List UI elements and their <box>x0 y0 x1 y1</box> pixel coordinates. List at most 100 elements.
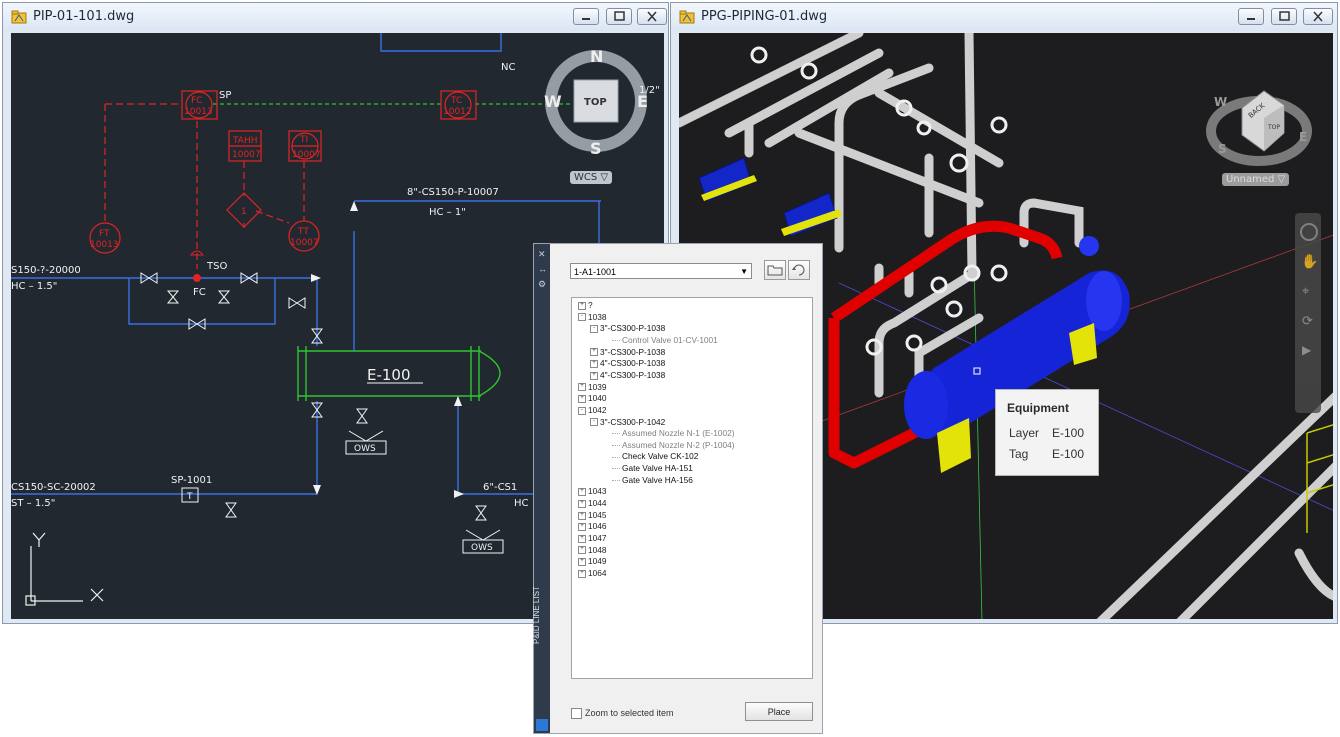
open-drawing-button[interactable] <box>764 260 786 280</box>
tree-item[interactable]: +1043 <box>578 486 606 496</box>
viewcube-top[interactable]: TOP <box>584 97 607 108</box>
tree-item-label: 1043 <box>588 486 607 497</box>
viewcube-north[interactable]: N <box>590 47 603 66</box>
line-size-b: HC – 1" <box>429 207 466 218</box>
navigation-bar[interactable]: ✋ ⌖ ⟳ ▶ <box>1295 213 1321 413</box>
collapse-icon[interactable]: - <box>590 418 598 427</box>
viewcube-west[interactable]: W <box>544 92 562 111</box>
expand-icon[interactable]: + <box>590 360 598 369</box>
close-button[interactable] <box>637 8 667 25</box>
tree-item[interactable]: +1047 <box>578 533 606 543</box>
ti-label: TI <box>299 135 308 145</box>
refresh-button[interactable] <box>788 260 810 280</box>
tree-item[interactable]: +1044 <box>578 498 606 508</box>
zoom-icon[interactable]: ⌖ <box>1302 283 1309 299</box>
place-button[interactable]: Place <box>745 702 813 721</box>
tree-item[interactable]: Gate Valve HA-156 <box>612 475 693 485</box>
expand-icon[interactable]: + <box>578 511 586 520</box>
line-list-tree[interactable]: +? -1038-3"-CS300-P-1038 Control Valve 01-… <box>571 297 813 679</box>
sample-point-t: T <box>186 492 193 502</box>
tree-item[interactable]: +1064 <box>578 568 606 578</box>
tree-item-label: 3"-CS300-P-1042 <box>600 416 666 427</box>
line-tag-c: CS150-SC-20002 <box>11 482 96 493</box>
viewcube-3d[interactable]: BACK TOP W E S <box>1204 63 1314 183</box>
line-size-c: ST – 1.5" <box>11 498 55 509</box>
tree-item[interactable]: +1045 <box>578 510 606 520</box>
close-button[interactable] <box>1303 8 1333 25</box>
restore-button[interactable] <box>1271 8 1297 25</box>
collapse-icon[interactable]: - <box>578 406 586 415</box>
line-size-a: HC – 1.5" <box>11 281 57 292</box>
palette-side-strip[interactable]: ✕ ↔ ⚙ P&ID LINE LIST <box>532 244 550 733</box>
expand-icon[interactable]: + <box>578 523 586 532</box>
sp-label: SP <box>219 90 231 101</box>
pan-icon[interactable]: ✋ <box>1301 253 1318 270</box>
expand-icon[interactable]: + <box>578 395 586 403</box>
fc-valve-label: FC <box>193 287 206 298</box>
tree-item-label: 3"-CS300-P-1038 <box>600 323 666 334</box>
viewcube-3d-south[interactable]: S <box>1218 142 1227 156</box>
steering-wheel-icon[interactable] <box>1300 223 1318 241</box>
tree-item[interactable]: Gate Valve HA-151 <box>612 463 693 473</box>
minimize-button[interactable] <box>1238 8 1264 25</box>
expand-icon[interactable]: + <box>578 558 586 567</box>
collapse-icon[interactable]: - <box>590 325 598 334</box>
piping-window-titlebar[interactable]: PPG-PIPING-01.dwg <box>671 3 1337 31</box>
tree-item-label: Assumed Nozzle N-1 (E-1002) <box>622 428 735 439</box>
expand-icon[interactable]: + <box>578 301 586 310</box>
tree-item[interactable]: +4"-CS300-P-1038 <box>590 358 665 368</box>
tree-item[interactable]: +? <box>578 300 593 310</box>
tree-item[interactable]: +1048 <box>578 545 606 555</box>
viewcube-3d-face[interactable]: TOP <box>1267 124 1280 131</box>
tree-item[interactable]: Assumed Nozzle N-1 (E-1002) <box>612 428 735 438</box>
tree-item-label: 4"-CS300-P-1038 <box>600 358 666 369</box>
chevron-down-icon[interactable]: ▼ <box>740 264 748 280</box>
tt-label: TT <box>297 227 309 237</box>
minimize-button[interactable] <box>573 8 599 25</box>
collapse-icon[interactable]: - <box>578 313 586 322</box>
palette-autohide-icon[interactable]: ↔ <box>538 264 547 274</box>
expand-icon[interactable]: + <box>578 569 586 578</box>
palette-title: P&ID LINE LIST <box>532 586 541 644</box>
expand-icon[interactable]: + <box>578 383 586 392</box>
drawing-file-icon <box>11 10 27 24</box>
restore-button[interactable] <box>606 8 632 25</box>
palette-close-icon[interactable]: ✕ <box>538 249 546 260</box>
wcs-menu[interactable]: WCS ▽ <box>570 171 613 184</box>
expand-icon[interactable]: + <box>590 371 598 380</box>
view-name-menu[interactable]: Unnamed ▽ <box>1222 173 1290 186</box>
tree-item[interactable]: +4"-CS300-P-1038 <box>590 370 665 380</box>
tree-item[interactable]: -1042 <box>578 405 606 415</box>
tree-item[interactable]: +1039 <box>578 382 606 392</box>
pid-line-list-palette[interactable]: ✕ ↔ ⚙ P&ID LINE LIST 1-A1-1001 ▼ +? -1038… <box>532 243 823 734</box>
checkbox-box[interactable] <box>571 708 582 720</box>
expand-icon[interactable]: + <box>578 488 586 497</box>
palette-properties-icon[interactable]: ⚙ <box>538 279 546 290</box>
tree-item[interactable]: -1038 <box>578 312 606 322</box>
tree-item[interactable]: +1040 <box>578 393 606 403</box>
diamond-label: 1 <box>241 207 247 217</box>
tree-item-label: Assumed Nozzle N-2 (P-1004) <box>622 439 735 450</box>
tree-item[interactable]: Assumed Nozzle N-2 (P-1004) <box>612 440 735 450</box>
expand-icon[interactable]: + <box>590 348 598 357</box>
tree-item[interactable]: Control Valve 01-CV-1001 <box>612 335 718 345</box>
expand-icon[interactable]: + <box>578 499 586 508</box>
tree-item[interactable]: +3"-CS300-P-1038 <box>590 347 665 357</box>
tree-item[interactable]: +1046 <box>578 521 606 531</box>
expand-icon[interactable]: + <box>578 534 586 543</box>
viewcube-3d-west[interactable]: W <box>1214 95 1227 109</box>
tree-connector <box>612 340 620 342</box>
tree-item[interactable]: +1049 <box>578 556 606 566</box>
tree-item[interactable]: Check Valve CK-102 <box>612 451 698 461</box>
tooltip-title: Equipment <box>1007 401 1069 415</box>
viewcube-3d-east[interactable]: E <box>1299 130 1307 144</box>
tree-item[interactable]: -3"-CS300-P-1038 <box>590 323 665 333</box>
drawing-select-dropdown[interactable]: 1-A1-1001 ▼ <box>570 263 752 279</box>
viewcube-south[interactable]: S <box>590 139 602 158</box>
expand-icon[interactable]: + <box>578 546 586 555</box>
tree-item[interactable]: -3"-CS300-P-1042 <box>590 417 665 427</box>
pid-window-titlebar[interactable]: PIP-01-101.dwg <box>3 3 668 31</box>
showmotion-icon[interactable]: ▶ <box>1302 343 1311 357</box>
zoom-to-selected-checkbox[interactable]: Zoom to selected item <box>571 708 674 720</box>
orbit-icon[interactable]: ⟳ <box>1302 313 1313 329</box>
